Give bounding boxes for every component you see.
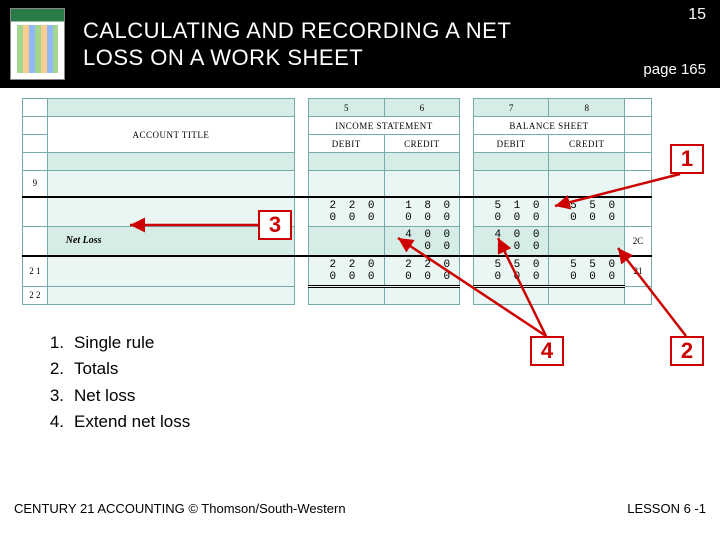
- slide-footer: CENTURY 21 ACCOUNTING © Thomson/South-We…: [14, 501, 706, 516]
- title-block: CALCULATING AND RECORDING A NET LOSS ON …: [83, 17, 511, 72]
- cell-r1-d1: 2 2 0 0 0 0: [308, 197, 384, 227]
- worksheet-table: 5 6 7 8 ACCOUNT TITLE INCOME STATEMENT B…: [22, 98, 652, 305]
- cell-r2-d2: 4 0 0 0 0: [473, 226, 549, 256]
- hdr-account-title: ACCOUNT TITLE: [47, 117, 294, 153]
- rownum-21r: 21: [625, 256, 652, 287]
- step-1-num: 1.: [40, 330, 64, 356]
- title-line-1: CALCULATING AND RECORDING A NET: [83, 17, 511, 45]
- page-reference: page 165: [643, 61, 706, 78]
- slide-number: 15: [688, 6, 706, 24]
- cell-r3-d1: 2 2 0 0 0 0: [308, 256, 384, 287]
- hdr-balance-sheet: BALANCE SHEET: [473, 117, 624, 135]
- callout-2: 2: [670, 336, 704, 366]
- step-4-num: 4.: [40, 409, 64, 435]
- rownum-21: 2 1: [23, 256, 48, 287]
- rownum-22: 2 2: [23, 286, 48, 304]
- step-2-text: Totals: [74, 356, 118, 382]
- footer-left: CENTURY 21 ACCOUNTING © Thomson/South-We…: [14, 501, 346, 516]
- cell-r2-c1: 4 0 0 0 0: [384, 226, 460, 256]
- callout-4: 4: [530, 336, 564, 366]
- step-2-num: 2.: [40, 356, 64, 382]
- footer-right: LESSON 6 -1: [627, 501, 706, 516]
- step-3-num: 3.: [40, 383, 64, 409]
- book-cover-thumb: [10, 8, 65, 80]
- cell-title-0: [47, 171, 294, 197]
- sub-debit-2: DEBIT: [473, 135, 549, 153]
- col-num-8: 8: [549, 99, 625, 117]
- callout-3: 3: [258, 210, 292, 240]
- step-2: 2. Totals: [40, 356, 190, 382]
- step-1: 1. Single rule: [40, 330, 190, 356]
- sub-debit-1: DEBIT: [308, 135, 384, 153]
- col-num-5: 5: [308, 99, 384, 117]
- col-num-6: 6: [384, 99, 460, 117]
- rownum-2c: 2C: [625, 226, 652, 256]
- hdr-income-stmt: INCOME STATEMENT: [308, 117, 459, 135]
- step-3-text: Net loss: [74, 383, 135, 409]
- step-4: 4. Extend net loss: [40, 409, 190, 435]
- slide-header: CALCULATING AND RECORDING A NET LOSS ON …: [0, 0, 720, 88]
- callout-1: 1: [670, 144, 704, 174]
- col-num-7: 7: [473, 99, 549, 117]
- step-1-text: Single rule: [74, 330, 154, 356]
- title-line-2: LOSS ON A WORK SHEET: [83, 44, 511, 72]
- step-3: 3. Net loss: [40, 383, 190, 409]
- steps-list: 1. Single rule 2. Totals 3. Net loss 4. Exte…: [40, 330, 190, 435]
- cell-r3-c1: 2 2 0 0 0 0: [384, 256, 460, 287]
- cell-r3-c2: 5 5 0 0 0 0: [549, 256, 625, 287]
- sub-credit-2: CREDIT: [549, 135, 625, 153]
- cell-r1-d2: 5 1 0 0 0 0: [473, 197, 549, 227]
- sub-credit-1: CREDIT: [384, 135, 460, 153]
- cell-r3-d2: 5 5 0 0 0 0: [473, 256, 549, 287]
- rownum-9: 9: [23, 171, 48, 197]
- cell-r1-c2: 5 5 0 0 0 0: [549, 197, 625, 227]
- step-4-text: Extend net loss: [74, 409, 190, 435]
- cell-r1-c1: 1 8 0 0 0 0: [384, 197, 460, 227]
